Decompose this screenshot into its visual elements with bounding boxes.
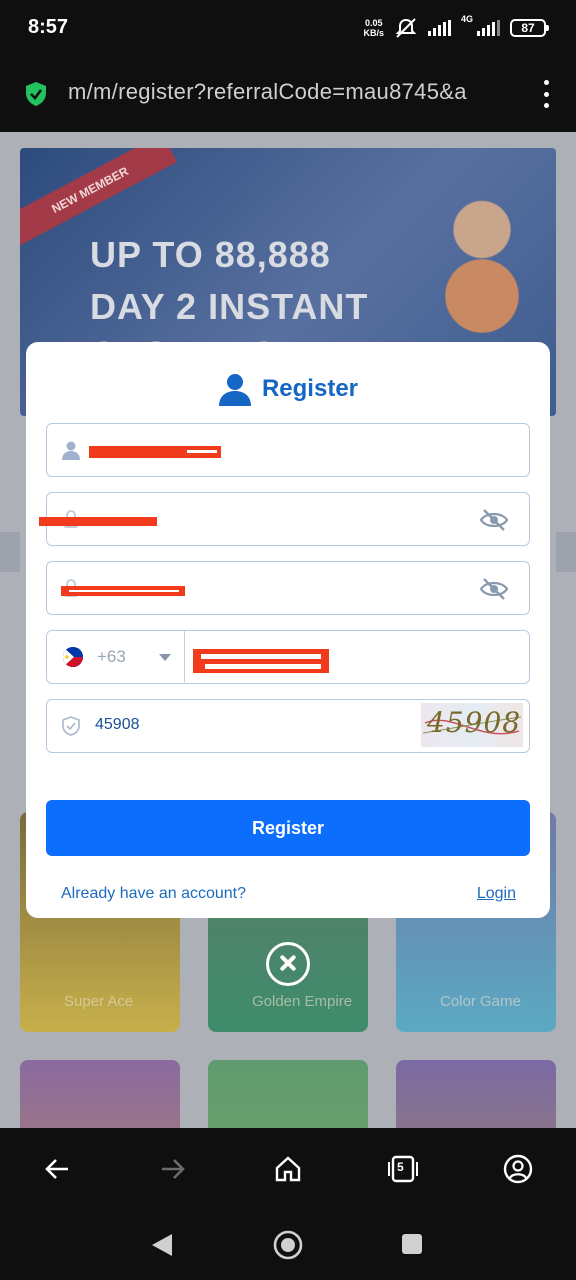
register-button[interactable]: Register	[46, 800, 530, 856]
url-text[interactable]: m/m/register?referralCode=mau8745&a	[68, 79, 518, 105]
side-decoration	[0, 532, 20, 572]
game-tile	[208, 1060, 368, 1128]
nav-home-icon[interactable]	[272, 1229, 304, 1261]
shield-check-icon	[62, 716, 80, 736]
browser-url-bar: m/m/register?referralCode=mau8745&a	[0, 56, 576, 132]
redaction-mark	[205, 664, 321, 669]
redaction-mark	[187, 450, 217, 453]
status-icons: 0.05 KB/s 4G 87	[363, 14, 549, 40]
status-time: 8:57	[28, 16, 69, 38]
captcha-text: 45908	[427, 706, 522, 739]
modal-title-text: Register	[261, 375, 359, 402]
browser-toolbar: 5	[0, 1128, 576, 1212]
promo-ribbon: NEW MEMBER	[20, 148, 177, 247]
side-decoration	[556, 532, 576, 572]
already-have-account-text: Already have an account?	[61, 885, 247, 902]
hide-password-icon[interactable]	[479, 576, 509, 602]
country-code-select[interactable]: +63	[47, 631, 185, 682]
captcha-image[interactable]: 45908	[421, 703, 523, 747]
verification-code-field[interactable]: 45908 45908	[46, 699, 530, 753]
secure-shield-icon	[26, 82, 46, 106]
nav-back-icon[interactable]	[150, 1232, 174, 1258]
game-tile-label: Super Ace	[64, 993, 134, 1010]
confirm-password-field[interactable]	[46, 561, 530, 615]
system-nav-bar	[0, 1212, 576, 1280]
register-modal: Register +63 45908 45908 Register Alread…	[26, 342, 550, 918]
status-bar: 8:57 0.05 KB/s 4G 87	[0, 0, 576, 56]
network-type: 4G	[460, 14, 473, 24]
redaction-mark	[69, 590, 179, 592]
country-code: +63	[97, 647, 126, 666]
close-modal-icon[interactable]	[266, 942, 310, 986]
network-speed: 0.05 KB/s	[363, 18, 384, 38]
game-tile-label: Color Game	[440, 993, 521, 1010]
hide-password-icon[interactable]	[479, 507, 509, 533]
chevron-down-icon	[159, 654, 171, 661]
philippines-flag-icon	[63, 647, 83, 667]
battery-icon: 87	[510, 19, 549, 37]
tabs-button[interactable]: 5	[388, 1154, 418, 1184]
verification-code-value: 45908	[95, 716, 140, 733]
user-field-icon	[62, 441, 80, 460]
home-icon[interactable]	[273, 1154, 303, 1184]
redaction-mark	[39, 517, 157, 526]
mute-icon	[395, 18, 417, 38]
game-tile	[20, 1060, 180, 1128]
user-icon	[218, 374, 251, 406]
forward-arrow-icon[interactable]	[158, 1154, 188, 1184]
promo-line-1: UP TO 88,888	[90, 234, 331, 275]
username-field[interactable]	[46, 423, 530, 477]
account-icon[interactable]	[503, 1154, 533, 1184]
password-field[interactable]	[39, 492, 530, 546]
promo-line-2: DAY 2 INSTANT	[90, 286, 369, 327]
login-link[interactable]: Login	[477, 885, 516, 903]
redaction-mark	[193, 649, 329, 673]
redaction-mark	[201, 654, 321, 659]
game-tile	[396, 1060, 556, 1128]
nav-recents-icon[interactable]	[401, 1233, 423, 1255]
back-arrow-icon[interactable]	[42, 1154, 72, 1184]
tab-count: 5	[397, 1160, 404, 1174]
game-tile-label: Golden Empire	[252, 993, 353, 1010]
network-speed-unit: KB/s	[363, 28, 384, 38]
network-speed-value: 0.05	[364, 18, 383, 28]
more-menu-icon[interactable]	[542, 80, 550, 108]
cell-signal-icon	[477, 20, 500, 36]
phone-field[interactable]: +63	[46, 630, 530, 684]
wifi-signal-icon	[427, 20, 451, 36]
modal-title: Register	[26, 372, 550, 406]
